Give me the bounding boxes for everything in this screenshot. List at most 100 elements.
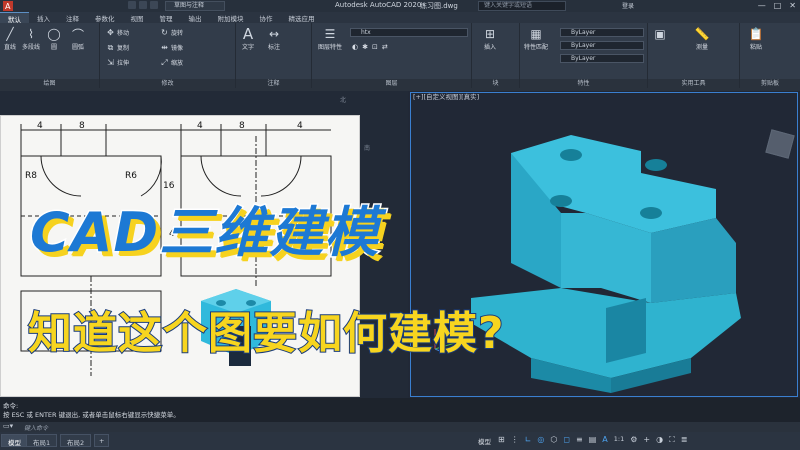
circle-icon: ◯ xyxy=(47,27,61,41)
linetype-dropdown[interactable]: ByLayer xyxy=(560,41,644,50)
copy-tool[interactable]: ⧉ 复制 xyxy=(106,43,129,53)
panel-label[interactable]: 绘图 xyxy=(0,79,99,88)
layer-lock-icon[interactable]: ⊡ xyxy=(372,43,378,51)
grid-icon[interactable]: ⊞ xyxy=(498,435,505,445)
rotate-tool[interactable]: ↻ 旋转 xyxy=(160,28,183,37)
text-tool[interactable]: A 文字 xyxy=(240,25,256,51)
file-title: 练习图.dwg xyxy=(420,2,458,10)
arc-tool[interactable]: ⌒ 圆弧 xyxy=(70,26,86,52)
layer-freeze-icon[interactable]: ✱ xyxy=(362,43,368,51)
ribbon: ╱ 直线 ⌇ 多段线 ◯ 圆 ⌒ 圆弧 绘图 ✥ 移动 ↻ 旋转 ⧉ 复制 ⇹ 镜像 xyxy=(0,23,800,88)
tab-featured[interactable]: 精选应用 xyxy=(281,12,323,23)
headline-text: CAD三维建模 xyxy=(28,200,380,266)
panel-utilities: ▣ 📏 测量 实用工具 xyxy=(648,23,740,88)
panel-label[interactable]: 实用工具 xyxy=(648,79,739,88)
panel-label[interactable]: 修改 xyxy=(100,79,235,88)
tab-output[interactable]: 输出 xyxy=(181,12,210,23)
maximize-icon[interactable]: □ xyxy=(774,1,782,10)
dim-label: R6 xyxy=(125,171,137,181)
group-icon: ▣ xyxy=(654,27,666,41)
lineweight-dropdown[interactable]: ByLayer xyxy=(560,54,644,63)
autocad-logo-icon[interactable]: A xyxy=(3,1,13,11)
insert-tool[interactable]: ⊞ 插入 xyxy=(482,26,498,51)
layer-properties-tool[interactable]: ☰ 图层特性 xyxy=(318,26,342,51)
move-tool[interactable]: ✥ 移动 xyxy=(106,28,129,37)
model-hole xyxy=(560,149,582,161)
group-tool[interactable]: ▣ xyxy=(652,26,668,42)
tab-layout1[interactable]: 布局1 xyxy=(26,434,58,447)
tab-addins[interactable]: 附加模块 xyxy=(210,12,252,23)
lineweight-icon[interactable]: ≡ xyxy=(576,435,583,445)
panel-label[interactable]: 块 xyxy=(472,79,519,88)
panel-label[interactable]: 图层 xyxy=(312,79,471,88)
osnap-icon[interactable]: ◻ xyxy=(563,435,570,445)
dim-label: 4 xyxy=(37,121,43,131)
polar-icon[interactable]: ◎ xyxy=(537,435,544,445)
ortho-icon[interactable]: ∟ xyxy=(525,435,532,445)
command-input[interactable]: 键入命令 xyxy=(24,423,48,432)
model-space-label[interactable]: 模型 xyxy=(478,436,491,446)
scale-tool[interactable]: ⤢ 缩放 xyxy=(160,58,183,68)
line-tool[interactable]: ╱ 直线 xyxy=(2,26,18,51)
panel-block: ⊞ 插入 块 xyxy=(472,23,520,88)
arc-icon: ⌒ xyxy=(71,27,84,42)
panel-annotation: A 文字 ↔ 标注 注释 xyxy=(236,23,312,88)
command-prompt-icon[interactable]: ▭▾ xyxy=(3,422,13,430)
match-properties-tool[interactable]: ▦ 特性匹配 xyxy=(524,26,548,51)
panel-label[interactable]: 剪贴板 xyxy=(740,79,800,88)
polyline-tool[interactable]: ⌇ 多段线 xyxy=(22,26,40,51)
polyline-icon: ⌇ xyxy=(28,27,34,41)
panel-modify: ✥ 移动 ↻ 旋转 ⧉ 复制 ⇹ 镜像 ⇲ 拉伸 ⤢ 缩放 修改 xyxy=(100,23,236,88)
fullscreen-icon[interactable]: ⛶ xyxy=(669,435,675,445)
tab-manage[interactable]: 管理 xyxy=(152,12,181,23)
circle-tool[interactable]: ◯ 圆 xyxy=(46,26,62,51)
stretch-tool[interactable]: ⇲ 拉伸 xyxy=(106,58,129,67)
annotation-scale-value[interactable]: 1:1 xyxy=(614,435,624,445)
color-dropdown[interactable]: ByLayer xyxy=(560,28,644,37)
dim-label: 4 xyxy=(297,121,303,131)
viewport-label[interactable]: [+][自定义视图][真实] xyxy=(413,91,479,101)
tab-collaborate[interactable]: 协作 xyxy=(252,12,281,23)
panel-label[interactable]: 注释 xyxy=(236,79,311,88)
new-icon[interactable] xyxy=(128,1,136,9)
isodraft-icon[interactable]: ⬡ xyxy=(550,435,557,445)
dim-label: 8 xyxy=(79,121,85,131)
layer-match-icon[interactable]: ⇄ xyxy=(382,43,388,51)
plus-icon[interactable]: + xyxy=(643,435,650,445)
customize-icon[interactable]: ≣ xyxy=(681,435,688,445)
panel-layers: ☰ 图层特性 htx ◐ ✱ ⊡ ⇄ 图层 xyxy=(312,23,472,88)
text-icon: A xyxy=(242,25,254,43)
search-input[interactable]: 键入关键字或短语 xyxy=(478,1,566,11)
measure-tool[interactable]: 📏 测量 xyxy=(694,26,710,51)
login-button[interactable]: 登录 xyxy=(622,1,634,10)
panel-label[interactable]: 特性 xyxy=(520,79,647,88)
layer-off-icon[interactable]: ◐ xyxy=(352,43,358,51)
mirror-tool[interactable]: ⇹ 镜像 xyxy=(160,43,183,52)
tab-home[interactable]: 默认 xyxy=(0,12,29,24)
isolate-icon[interactable]: ◑ xyxy=(656,435,663,445)
tab-parametric[interactable]: 参数化 xyxy=(87,12,123,23)
close-icon[interactable]: ✕ xyxy=(789,1,796,10)
transparency-icon[interactable]: ▤ xyxy=(589,435,597,445)
app-title: Autodesk AutoCAD 2020 xyxy=(335,1,422,9)
panel-properties: ▦ 特性匹配 ByLayer ByLayer ByLayer 特性 xyxy=(520,23,648,88)
gear-icon[interactable]: ⚙ xyxy=(630,435,637,445)
save-icon[interactable] xyxy=(150,1,158,9)
annotation-scale-icon[interactable]: A xyxy=(602,435,607,445)
tab-model[interactable]: 模型 xyxy=(1,434,28,447)
tab-annotate[interactable]: 注释 xyxy=(58,12,87,23)
layer-dropdown[interactable]: htx xyxy=(350,28,468,37)
command-line[interactable]: ▭▾ 键入命令 xyxy=(0,422,800,432)
paste-icon: 📋 xyxy=(748,27,764,41)
open-icon[interactable] xyxy=(139,1,147,9)
tab-insert[interactable]: 插入 xyxy=(29,12,58,23)
paste-tool[interactable]: 📋 粘贴 xyxy=(748,26,764,51)
snap-icon[interactable]: ⋮ xyxy=(511,435,519,445)
tab-view[interactable]: 视图 xyxy=(123,12,152,23)
add-layout-button[interactable]: + xyxy=(94,434,110,447)
model-right-face xyxy=(651,218,736,303)
minimize-icon[interactable]: — xyxy=(758,1,766,10)
dimension-tool[interactable]: ↔ 标注 xyxy=(266,26,282,51)
workspace-switcher[interactable]: 草图与注释 xyxy=(165,1,225,11)
tab-layout2[interactable]: 布局2 xyxy=(60,434,92,447)
